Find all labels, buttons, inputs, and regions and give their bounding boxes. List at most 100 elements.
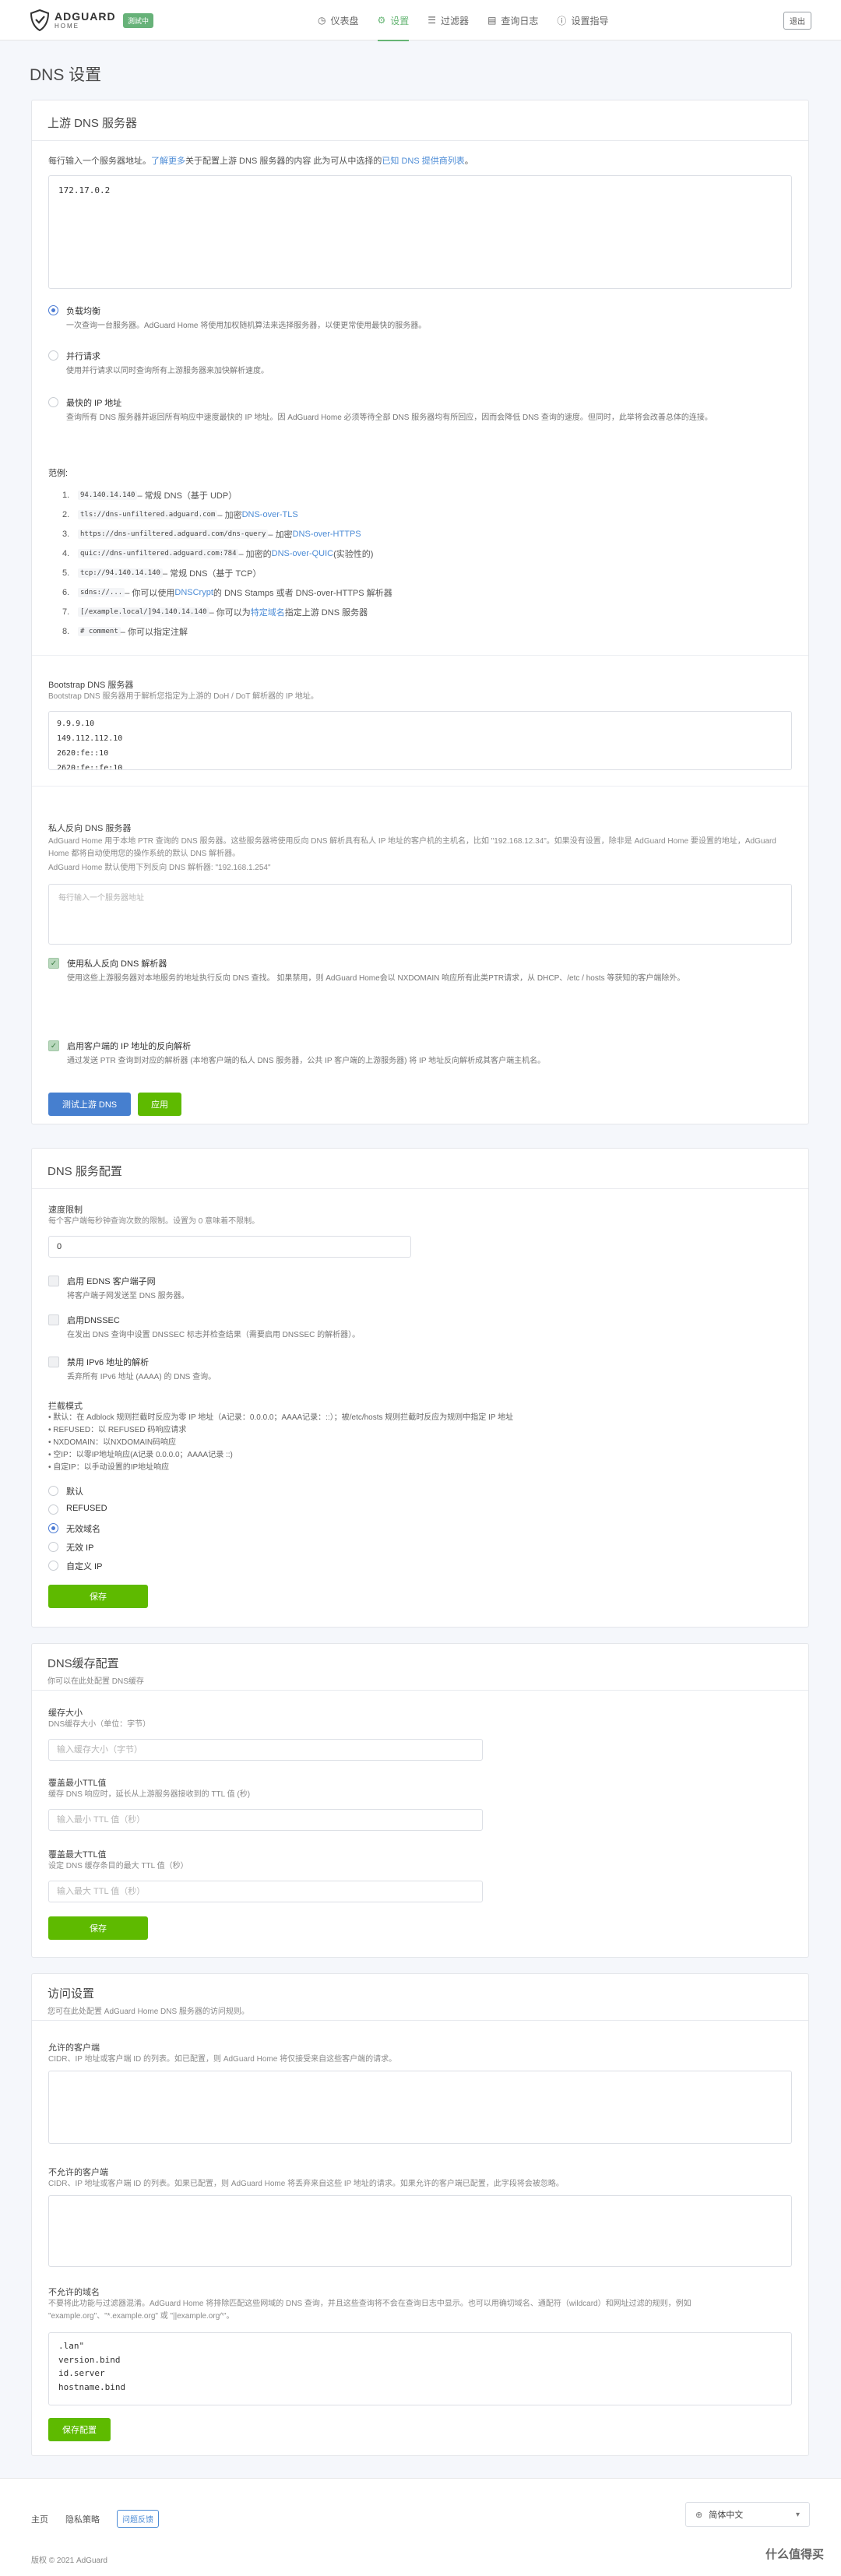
mode-parallel[interactable]: 并行请求 使用并行请求以同时查询所有上游服务器来加快解析速度。 <box>48 350 269 378</box>
shield-icon <box>30 9 50 31</box>
rdns-checkbox[interactable]: ✓ 启用客户端的 IP 地址的反向解析 通过发送 PTR 查询到对应的解析器 (本… <box>48 1040 780 1068</box>
mode-title: 最快的 IP 地址 <box>66 399 122 408</box>
mode-title: 并行请求 <box>66 352 100 361</box>
checkbox-box <box>48 1357 59 1367</box>
block-mode-null-ip[interactable]: 无效 IP <box>48 1541 93 1554</box>
cache-size-input[interactable] <box>48 1739 483 1761</box>
main-nav: ◷ 仪表盘 ⚙ 设置 ☰ 过滤器 ▤ 查询日志 ⓘ 设置指导 <box>308 0 618 41</box>
save-dns-config-button[interactable]: 保存 <box>48 1585 148 1608</box>
block-mode-custom-ip[interactable]: 自定义 IP <box>48 1560 102 1572</box>
blocked-domains-textarea[interactable]: .lan" version.bind id.server hostname.bi… <box>48 2332 792 2405</box>
example-num: 7. <box>62 607 70 617</box>
globe-icon: ⊕ <box>695 2510 703 2520</box>
brand-sub: HOME <box>55 23 79 30</box>
learn-more-link[interactable]: 了解更多 <box>151 157 185 166</box>
edns-checkbox[interactable]: 启用 EDNS 客户端子网 将客户端子网发送至 DNS 服务器。 <box>48 1275 189 1303</box>
example-link[interactable]: 特定域名 <box>251 606 285 618</box>
blocking-mode-line: • REFUSED：以 REFUSED 码响应请求 <box>48 1426 187 1434</box>
example-link[interactable]: DNSCrypt <box>174 588 213 597</box>
rate-limit-desc: 每个客户端每秒钟查询次数的限制。设置为 0 意味着不限制。 <box>48 1217 260 1226</box>
bootstrap-dns-textarea[interactable]: 9.9.9.10 149.112.112.10 2620:fe::10 2620… <box>48 711 792 770</box>
example-link[interactable]: DNS-over-QUIC <box>272 549 333 558</box>
language-select[interactable]: ⊕ 简体中文 ▾ <box>685 2502 810 2527</box>
radio-dot <box>48 1561 58 1571</box>
radio-label: 默认 <box>66 1487 83 1497</box>
save-access-button[interactable]: 保存配置 <box>48 2418 111 2441</box>
example-row: 7. [/example.local/]94.140.14.140 – 你可以为特… <box>48 602 392 621</box>
allowed-clients-title: 允许的客户端 <box>48 2043 100 2053</box>
mode-desc: 一次查询一台服务器。AdGuard Home 将使用加权随机算法来选择服务器，以… <box>66 322 427 330</box>
dnssec-checkbox[interactable]: 启用DNSSEC 在发出 DNS 查询中设置 DNSSEC 标志并检查结果（需要启… <box>48 1314 360 1342</box>
block-mode-default[interactable]: 默认 <box>48 1485 83 1497</box>
test-upstream-button[interactable]: 测试上游 DNS <box>48 1093 131 1116</box>
upstream-description: 每行输入一个服务器地址。了解更多关于配置上游 DNS 服务器的内容 此为可从中选… <box>48 155 792 169</box>
bootstrap-desc: Bootstrap DNS 服务器用于解析您指定为上游的 DoH / DoT 解… <box>48 692 318 701</box>
max-ttl-input[interactable] <box>48 1881 483 1902</box>
nav-query-log[interactable]: ▤ 查询日志 <box>478 0 547 40</box>
brand-name: ADGUARD <box>55 10 116 23</box>
privacy-link[interactable]: 隐私策略 <box>65 2513 100 2525</box>
example-link[interactable]: DNS-over-TLS <box>242 510 298 519</box>
blocked-domains-title: 不允许的域名 <box>48 2288 100 2297</box>
min-ttl-title: 覆盖最小TTL值 <box>48 1779 107 1788</box>
disallowed-clients-textarea[interactable] <box>48 2195 792 2267</box>
disable-ipv6-checkbox[interactable]: 禁用 IPv6 地址的解析丢弃所有 IPv6 地址 (AAAA) 的 DNS 查… <box>48 1356 216 1384</box>
nav-setup-guide[interactable]: ⓘ 设置指导 <box>547 0 618 40</box>
card-subtitle: 你可以在此处配置 DNS缓存 <box>48 1677 144 1686</box>
radio-dot <box>48 1486 58 1496</box>
mode-load-balancing[interactable]: 负载均衡 一次查询一台服务器。AdGuard Home 将使用加权随机算法来选择服… <box>48 304 426 333</box>
chevron-down-icon: ▾ <box>795 2510 800 2519</box>
example-code: sdns://... <box>78 587 125 597</box>
example-code: # comment <box>78 626 121 636</box>
blocking-mode-line: • NXDOMAIN：以NXDOMAIN码响应 <box>48 1438 177 1447</box>
beta-badge: 測試中 <box>123 13 154 28</box>
min-ttl-input[interactable] <box>48 1809 483 1831</box>
checkbox-desc: 丢弃所有 IPv6 地址 (AAAA) 的 DNS 查询。 <box>67 1373 216 1381</box>
desc-text: 关于配置上游 DNS 服务器的内容 此为可从中选择的 <box>185 157 382 166</box>
rate-limit-input[interactable] <box>48 1236 411 1258</box>
help-icon: ⓘ <box>557 15 567 26</box>
allowed-clients-textarea[interactable] <box>48 2071 792 2144</box>
apply-button[interactable]: 应用 <box>138 1093 181 1116</box>
nav-dashboard[interactable]: ◷ 仪表盘 <box>308 0 368 40</box>
block-mode-refused[interactable]: REFUSED <box>48 1504 107 1515</box>
save-cache-button[interactable]: 保存 <box>48 1916 148 1940</box>
home-link[interactable]: 主页 <box>31 2513 48 2525</box>
language-value: 简体中文 <box>709 2511 744 2520</box>
example-num: 4. <box>62 548 70 558</box>
report-bug-button[interactable]: 问题反馈 <box>117 2510 159 2528</box>
nav-label: 仪表盘 <box>330 15 359 26</box>
private-dns-desc: AdGuard Home 用于本地 PTR 查询的 DNS 服务器。这些服务器将… <box>48 837 776 858</box>
example-row: 8. # comment – 你可以指定注解 <box>48 621 392 641</box>
private-dns-textarea[interactable] <box>48 884 792 945</box>
examples-title: 范例: <box>48 469 69 478</box>
logout-button[interactable]: 退出 <box>783 12 811 30</box>
card-header: DNS缓存配置 你可以在此处配置 DNS缓存 <box>32 1644 808 1691</box>
max-ttl-desc: 设定 DNS 缓存条目的最大 TTL 值（秒） <box>48 1862 188 1870</box>
card-subtitle: 您可在此处配置 AdGuard Home DNS 服务器的访问规则。 <box>48 2008 249 2016</box>
mode-fastest-ip[interactable]: 最快的 IP 地址 查询所有 DNS 服务器并返回所有响应中速度最快的 IP 地址… <box>48 396 772 424</box>
example-row: 4. quic://dns-unfiltered.adguard.com:784 … <box>48 544 392 563</box>
example-text: – 加密 <box>217 510 242 520</box>
dns-config-card: DNS 服务配置 速度限制 每个客户端每秒钟查询次数的限制。设置为 0 意味着不… <box>31 1148 809 1628</box>
radio-dot <box>48 350 58 361</box>
example-num: 2. <box>62 509 70 519</box>
example-text: – 你可以为 <box>209 607 251 618</box>
block-mode-nxdomain[interactable]: 无效域名 <box>48 1522 100 1535</box>
checkbox-box: ✓ <box>48 958 59 969</box>
nav-label: 设置 <box>390 15 410 26</box>
checkbox-title: 禁用 IPv6 地址的解析 <box>67 1358 150 1367</box>
checkbox-title: 启用 EDNS 客户端子网 <box>67 1277 156 1286</box>
nav-filters[interactable]: ☰ 过滤器 <box>418 0 478 40</box>
example-link[interactable]: DNS-over-HTTPS <box>293 530 361 539</box>
example-row: 1. 94.140.14.140 – 常规 DNS（基于 UDP） <box>48 485 392 505</box>
checkbox-box <box>48 1314 59 1325</box>
adguard-logo[interactable]: ADGUARD HOME <box>30 9 116 31</box>
example-text: – 你可以指定注解 <box>120 627 188 637</box>
nav-settings[interactable]: ⚙ 设置 <box>368 0 419 41</box>
radio-dot <box>48 397 58 407</box>
dns-providers-link[interactable]: 已知 DNS 提供商列表 <box>382 157 464 166</box>
upstream-servers-textarea[interactable]: 172.17.0.2 <box>48 175 792 289</box>
use-private-rdns-checkbox[interactable]: ✓ 使用私人反向 DNS 解析器 使用这些上游服务器对本地服务的地址执行反向 DN… <box>48 957 780 985</box>
radio-label: 自定义 IP <box>66 1562 103 1571</box>
